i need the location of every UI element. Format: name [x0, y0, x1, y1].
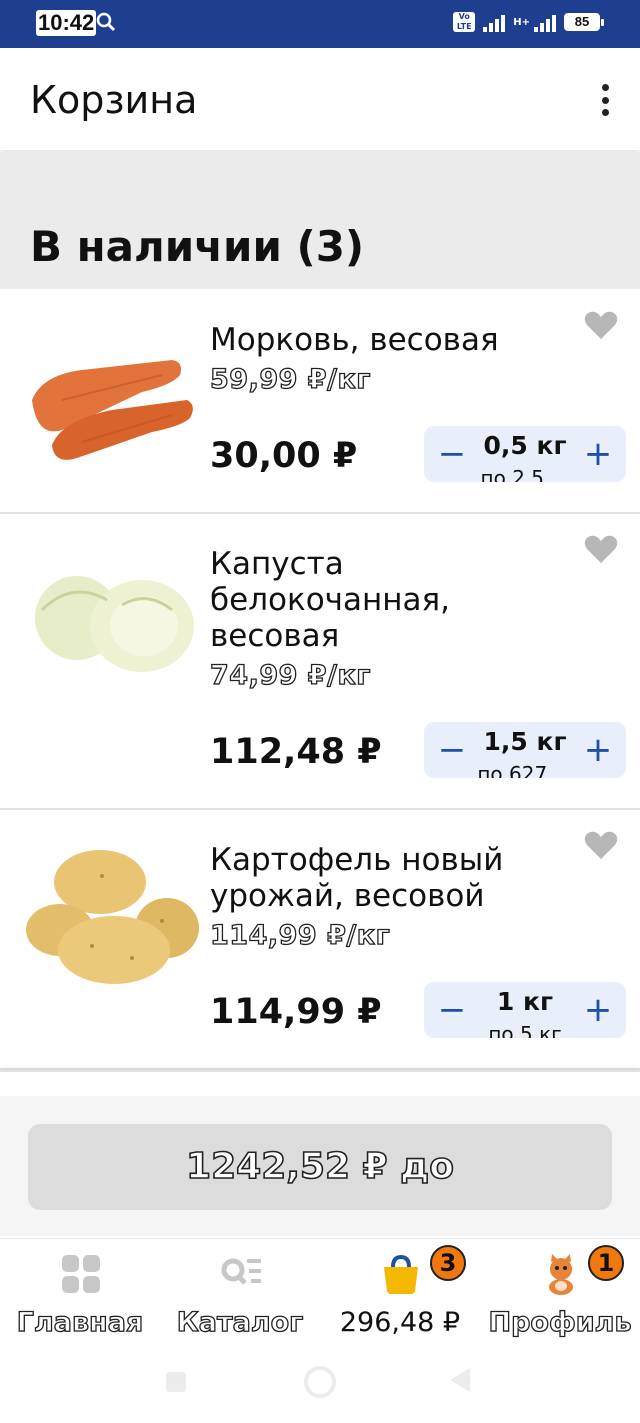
- heart-icon[interactable]: [584, 534, 618, 564]
- quantity-stepper[interactable]: − 1,5 кг по 627 ... +: [424, 722, 626, 778]
- quantity-value: 1,5 кг: [483, 727, 567, 756]
- nav-home-label: Главная: [16, 1306, 144, 1338]
- nav-cart-total: 296,48 ₽: [339, 1307, 461, 1338]
- quantity-stepper[interactable]: − 1 кг по 5 кг +: [424, 982, 626, 1038]
- system-navigation-bar: [0, 1358, 640, 1423]
- nav-profile-label: Профиль: [488, 1306, 632, 1338]
- bottom-navigation: Главная Каталог 3 296,48 ₽ 1 Профиль: [0, 1238, 640, 1358]
- item-price: 30,00 ₽: [210, 436, 358, 476]
- quantity-subtext: по 5 кг: [488, 1022, 562, 1038]
- quantity-subtext: по 627 ...: [477, 762, 573, 778]
- item-unit-price: 59,99 ₽/кг: [209, 363, 371, 395]
- profile-badge: 1: [588, 1245, 624, 1281]
- item-name: Капуста белокочанная, весовая: [210, 546, 451, 654]
- status-time: 10:42: [36, 10, 97, 36]
- signal-icon-2: [534, 12, 556, 32]
- potato-image: [26, 850, 199, 984]
- next-item-peek: [0, 1070, 640, 1096]
- cabbage-image: [35, 576, 194, 672]
- heart-icon[interactable]: [584, 310, 618, 340]
- battery-icon: 85: [564, 13, 604, 31]
- home-grid-icon: [62, 1255, 100, 1293]
- increase-button[interactable]: +: [578, 990, 618, 1030]
- status-bar: 10:42 Vo LTE H+ 85: [0, 0, 640, 48]
- quantity-value: 1 кг: [496, 987, 554, 1016]
- item-price: 114,99 ₽: [210, 992, 382, 1032]
- profile-cat-icon: [549, 1254, 573, 1295]
- decrease-button[interactable]: −: [432, 434, 472, 474]
- shopping-bag-icon: [384, 1254, 418, 1294]
- recents-icon[interactable]: [166, 1372, 186, 1392]
- heart-icon[interactable]: [584, 830, 618, 860]
- nav-home[interactable]: Главная: [0, 1239, 160, 1359]
- nav-profile[interactable]: 1 Профиль: [480, 1239, 640, 1359]
- data-type-label: H+: [513, 16, 530, 28]
- item-name: Картофель новый урожай, весовой: [210, 842, 504, 914]
- quantity-subtext: по 2,5 ...: [480, 466, 570, 482]
- decrease-button[interactable]: −: [432, 730, 472, 770]
- quantity-stepper[interactable]: − 0,5 кг по 2,5 ... +: [424, 426, 626, 482]
- catalog-search-icon: [221, 1258, 261, 1285]
- checkout-button[interactable]: 1242,52 ₽ до: [28, 1124, 612, 1210]
- increase-button[interactable]: +: [578, 730, 618, 770]
- item-unit-price: 74,99 ₽/кг: [209, 659, 371, 691]
- item-unit-price: 114,99 ₽/кг: [209, 919, 391, 951]
- nav-catalog-label: Каталог: [176, 1306, 304, 1338]
- cart-item-carrot[interactable]: Морковь, весовая 59,99 ₽/кг 30,00 ₽ − 0,…: [0, 290, 640, 514]
- back-icon[interactable]: [450, 1368, 470, 1392]
- increase-button[interactable]: +: [578, 434, 618, 474]
- app-bar: Корзина: [0, 48, 640, 150]
- status-indicators: Vo LTE H+ 85: [453, 12, 604, 32]
- cart-count-badge: 3: [430, 1245, 466, 1281]
- page-title: Корзина: [30, 78, 198, 122]
- nav-cart[interactable]: 3 296,48 ₽: [320, 1239, 480, 1359]
- cart-item-cabbage[interactable]: Капуста белокочанная, весовая 74,99 ₽/кг…: [0, 514, 640, 810]
- volte-icon: Vo LTE: [453, 12, 476, 32]
- item-name: Морковь, весовая: [210, 322, 499, 358]
- nav-catalog[interactable]: Каталог: [160, 1239, 320, 1359]
- decrease-button[interactable]: −: [432, 990, 472, 1030]
- quantity-value: 0,5 кг: [483, 431, 567, 460]
- carrot-image: [32, 360, 193, 460]
- home-system-icon[interactable]: [304, 1366, 336, 1398]
- signal-icon: [483, 12, 506, 32]
- search-icon: [96, 12, 116, 32]
- item-price: 112,48 ₽: [210, 732, 382, 772]
- section-title: В наличии (3): [30, 222, 365, 271]
- cart-item-potato[interactable]: Картофель новый урожай, весовой 114,99 ₽…: [0, 810, 640, 1070]
- more-vertical-icon[interactable]: [600, 84, 610, 116]
